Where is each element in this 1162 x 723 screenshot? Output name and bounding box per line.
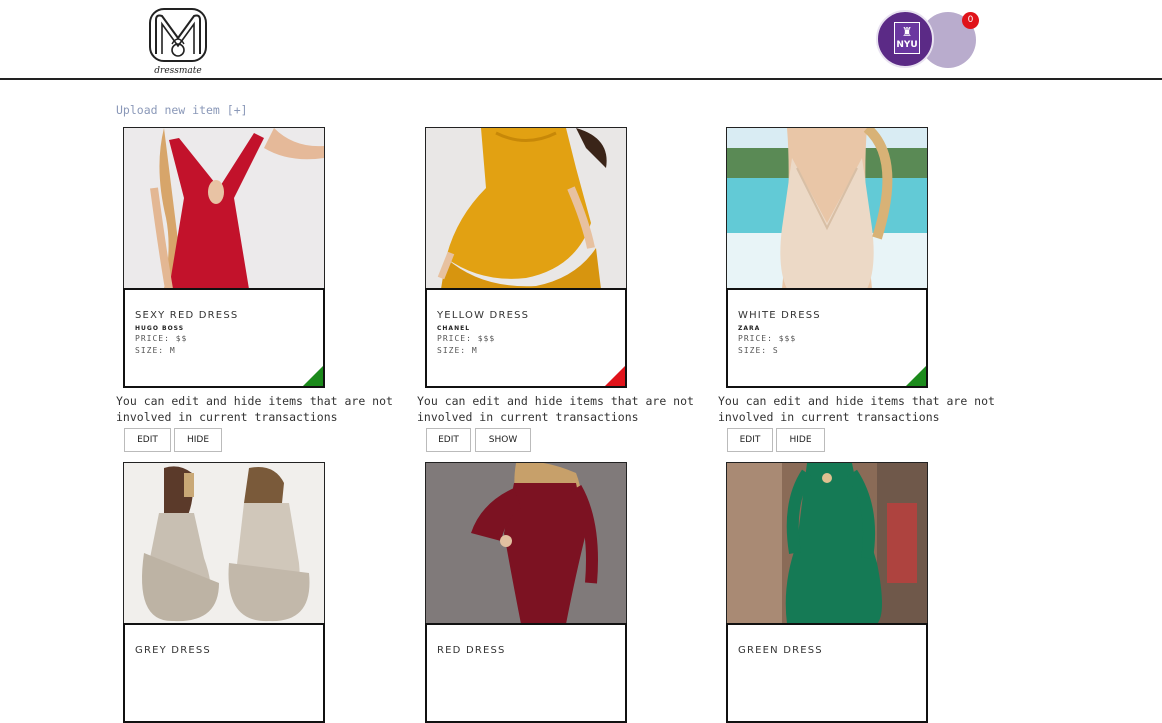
- item-size: SIZE: M: [135, 346, 176, 355]
- hide-button[interactable]: HIDE: [776, 428, 825, 452]
- torch-icon: ♜: [901, 25, 913, 39]
- item-info: SEXY RED DRESS HUGO BOSS PRICE: $$ SIZE:…: [123, 288, 325, 388]
- avatar[interactable]: ♜ NYU: [876, 10, 934, 68]
- item-title: SEXY RED DRESS: [135, 310, 239, 321]
- item-info: RED DRESS: [425, 623, 627, 723]
- item-size: SIZE: M: [437, 346, 478, 355]
- show-button[interactable]: SHOW: [475, 428, 531, 452]
- hide-button[interactable]: HIDE: [174, 428, 222, 452]
- item-card[interactable]: SEXY RED DRESS HUGO BOSS PRICE: $$ SIZE:…: [123, 127, 325, 388]
- item-brand: CHANEL: [437, 325, 471, 332]
- item-price: PRICE: $$$: [738, 334, 797, 343]
- status-indicator: [303, 366, 323, 386]
- item-price: PRICE: $$$: [437, 334, 496, 343]
- status-indicator: [605, 366, 625, 386]
- item-note: You can edit and hide items that are not…: [718, 394, 995, 424]
- item-photo[interactable]: [123, 462, 325, 625]
- item-card[interactable]: GREY DRESS: [123, 462, 325, 723]
- edit-button[interactable]: EDIT: [727, 428, 773, 452]
- notification-badge[interactable]: 0: [962, 12, 979, 29]
- logo-mark-icon: [149, 8, 207, 62]
- item-photo[interactable]: [123, 127, 325, 290]
- item-note: You can edit and hide items that are not…: [116, 394, 393, 424]
- item-card[interactable]: YELLOW DRESS CHANEL PRICE: $$$ SIZE: M: [425, 127, 627, 388]
- item-photo[interactable]: [425, 462, 627, 625]
- header: dressmate ♜ NYU 0: [0, 0, 1162, 80]
- item-size: SIZE: S: [738, 346, 779, 355]
- edit-button[interactable]: EDIT: [124, 428, 171, 452]
- item-card[interactable]: WHITE DRESS ZARA PRICE: $$$ SIZE: S: [726, 127, 928, 388]
- item-title: YELLOW DRESS: [437, 310, 530, 321]
- item-title: GREEN DRESS: [738, 645, 823, 656]
- dressmate-logo[interactable]: dressmate: [146, 6, 210, 78]
- item-title: GREY DRESS: [135, 645, 211, 656]
- item-info: GREEN DRESS: [726, 623, 928, 723]
- avatar-badge-text: NYU: [896, 40, 918, 50]
- item-brand: HUGO BOSS: [135, 325, 185, 332]
- item-info: YELLOW DRESS CHANEL PRICE: $$$ SIZE: M: [425, 288, 627, 388]
- item-title: RED DRESS: [437, 645, 506, 656]
- nyu-logo: ♜ NYU: [894, 22, 920, 54]
- item-card[interactable]: RED DRESS: [425, 462, 627, 723]
- status-indicator: [906, 366, 926, 386]
- item-info: WHITE DRESS ZARA PRICE: $$$ SIZE: S: [726, 288, 928, 388]
- profile-menu[interactable]: ♜ NYU 0: [876, 10, 980, 70]
- logo-text: dressmate: [154, 66, 202, 76]
- item-photo[interactable]: [726, 127, 928, 290]
- item-info: GREY DRESS: [123, 623, 325, 723]
- item-photo[interactable]: [425, 127, 627, 290]
- edit-button[interactable]: EDIT: [426, 428, 471, 452]
- item-photo[interactable]: [726, 462, 928, 625]
- item-card[interactable]: GREEN DRESS: [726, 462, 928, 723]
- item-brand: ZARA: [738, 325, 761, 332]
- item-note: You can edit and hide items that are not…: [417, 394, 694, 424]
- item-price: PRICE: $$: [135, 334, 188, 343]
- upload-new-item-link[interactable]: Upload new item [+]: [116, 103, 248, 117]
- item-title: WHITE DRESS: [738, 310, 821, 321]
